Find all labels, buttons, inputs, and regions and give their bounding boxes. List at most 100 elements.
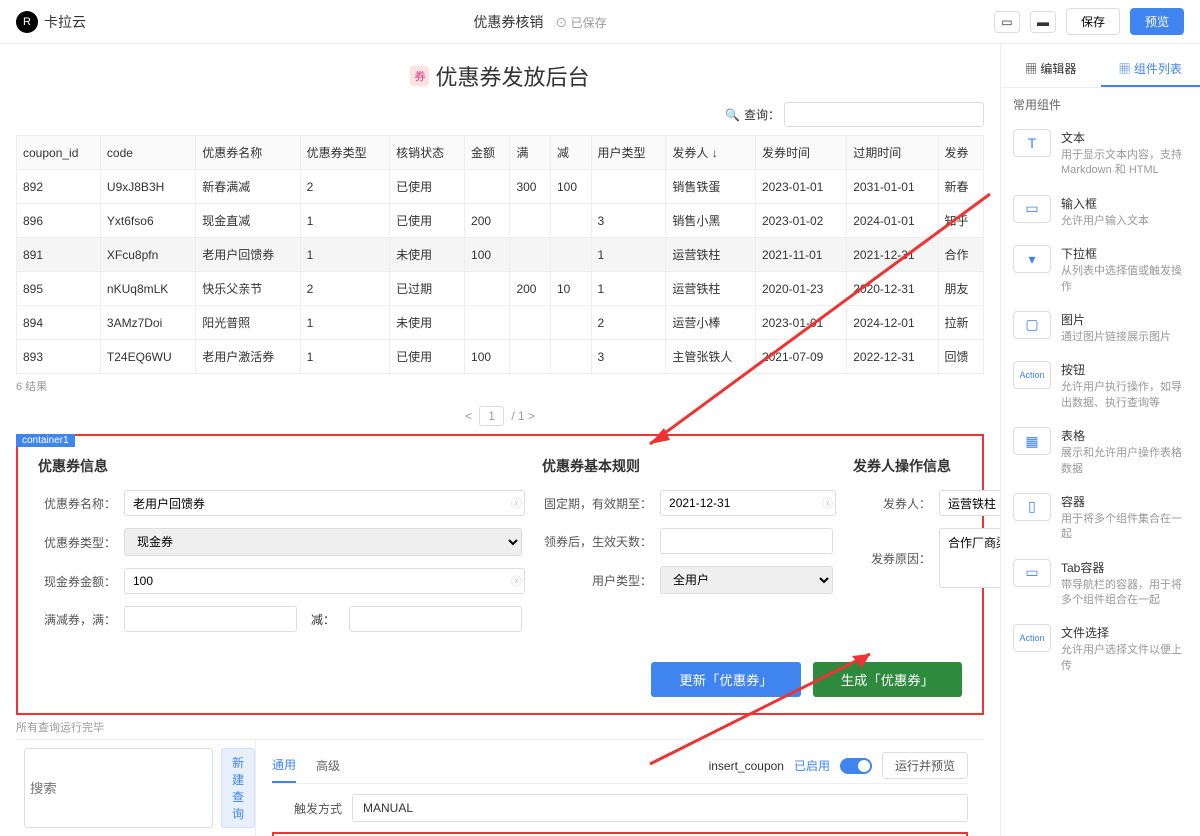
table-header[interactable]: 过期时间: [847, 136, 938, 170]
pagination: < 1 / 1 >: [16, 406, 984, 426]
page-title-text: 优惠券发放后台: [435, 60, 589, 92]
sidebar-tab-editor[interactable]: ▦ 编辑器: [1001, 52, 1101, 87]
coupon-table: coupon_idcode优惠券名称优惠券类型核销状态金额满减用户类型发券人 ↓…: [16, 135, 984, 374]
update-button[interactable]: 更新「优惠券」: [651, 662, 800, 697]
component-item[interactable]: ▯容器用于将多个组件集合在一起: [1001, 485, 1200, 551]
days-input[interactable]: [660, 528, 833, 554]
reason-input[interactable]: [939, 528, 1000, 588]
query-search[interactable]: [24, 748, 213, 828]
preview-button[interactable]: 预览: [1130, 8, 1184, 35]
component-desc: 带导航栏的容器，用于将多个组件组合在一起: [1061, 578, 1188, 609]
page-heading: 券 优惠券发放后台: [16, 60, 984, 92]
col3-title: 发券人操作信息: [853, 456, 1000, 476]
generate-button[interactable]: 生成「优惠券」: [813, 662, 962, 697]
query-detail: 通用 高级 insert_coupon 已启用 运行并预览 触发方式 MANUA…: [256, 740, 984, 836]
component-icon: T: [1013, 129, 1051, 157]
table-header[interactable]: code: [100, 136, 195, 170]
new-query-button[interactable]: 新建查询: [221, 748, 255, 828]
brand: R 卡拉云: [16, 11, 86, 33]
top-actions: ▭ ▬ 保存 预览: [994, 8, 1184, 35]
usertype-label: 用户类型：: [542, 572, 652, 589]
table-header[interactable]: 满: [510, 136, 551, 170]
expire-input[interactable]: [660, 490, 836, 516]
component-item[interactable]: ▢图片通过图片链接展示图片: [1001, 303, 1200, 353]
table-header[interactable]: 优惠券类型: [300, 136, 390, 170]
table-row[interactable]: 896Yxt6fso6现金直减1已使用2003销售小黑2023-01-02202…: [17, 204, 984, 238]
component-item[interactable]: T文本用于显示文本内容，支持 Markdown 和 HTML: [1001, 121, 1200, 187]
table-row[interactable]: 895nKUq8mLK快乐父亲节2已过期200101运营铁柱2020-01-23…: [17, 272, 984, 306]
page-current[interactable]: 1: [479, 406, 504, 426]
tab-advanced[interactable]: 高级: [316, 749, 340, 782]
amount-input[interactable]: [124, 568, 525, 594]
component-desc: 展示和允许用户操作表格数据: [1061, 446, 1188, 477]
full-input[interactable]: [124, 606, 297, 632]
component-item[interactable]: Action 文件选择允许用户选择文件以便上传: [1001, 616, 1200, 682]
expire-label: 固定期，有效期至：: [542, 495, 652, 512]
sidebar-tab-components[interactable]: ▦ 组件列表: [1101, 52, 1200, 87]
brand-text: 卡拉云: [44, 12, 86, 32]
name-input[interactable]: [124, 490, 525, 516]
component-title: 容器: [1061, 493, 1188, 510]
table-row[interactable]: 892U9xJ8B3H新春满减2已使用300100销售铁蛋2023-01-012…: [17, 170, 984, 204]
col2-title: 优惠券基本规则: [542, 456, 833, 476]
table-header[interactable]: 用户类型: [591, 136, 666, 170]
component-title: Tab容器: [1061, 559, 1188, 576]
container-label: container1: [16, 434, 75, 447]
table-header[interactable]: 发券: [938, 136, 983, 170]
save-button[interactable]: 保存: [1066, 8, 1120, 35]
table-header[interactable]: 发券人 ↓: [666, 136, 756, 170]
component-icon: ▦: [1013, 427, 1051, 455]
type-select[interactable]: 现金券: [124, 528, 522, 556]
container1[interactable]: container1 优惠券信息 优惠券名称：ⓧ 优惠券类型：现金券 现金券金额…: [16, 434, 984, 715]
results-count: 6 结果: [16, 374, 984, 398]
operator-input[interactable]: [939, 490, 1000, 516]
table-row[interactable]: 893T24EQ6WU老用户激活券1已使用1003主管张铁人2021-07-09…: [17, 340, 984, 374]
run-button[interactable]: 运行并预览: [882, 752, 968, 779]
component-icon: Action: [1013, 624, 1051, 652]
component-title: 输入框: [1061, 195, 1188, 212]
component-item[interactable]: ▭Tab容器带导航栏的容器，用于将多个组件组合在一起: [1001, 551, 1200, 617]
component-title: 文件选择: [1061, 624, 1188, 641]
trigger-select[interactable]: MANUAL: [352, 794, 968, 822]
table-header[interactable]: 减: [550, 136, 591, 170]
component-title: 文本: [1061, 129, 1188, 146]
table-row[interactable]: 8943AMz7Doi阳光普照1未使用2运营小棒2023-01-012024-1…: [17, 306, 984, 340]
search-label: 查询：: [744, 106, 780, 123]
component-title: 图片: [1061, 311, 1188, 328]
component-item[interactable]: ▾下拉框从列表中选择值或触发操作: [1001, 237, 1200, 303]
clear-icon[interactable]: ⓧ: [511, 573, 522, 589]
minus-input[interactable]: [349, 606, 522, 632]
table-row[interactable]: 891XFcu8pfn老用户回馈券1未使用1001运营铁柱2021-11-012…: [17, 238, 984, 272]
component-item[interactable]: ▭输入框允许用户输入文本: [1001, 187, 1200, 237]
table-header[interactable]: 发券时间: [755, 136, 846, 170]
component-desc: 通过图片链接展示图片: [1061, 330, 1188, 345]
page-total: 1: [518, 409, 525, 423]
table-header[interactable]: 金额: [465, 136, 510, 170]
clear-icon[interactable]: ⓧ: [822, 495, 833, 511]
clear-icon[interactable]: ⓧ: [511, 495, 522, 511]
component-title: 下拉框: [1061, 245, 1188, 262]
enabled-toggle[interactable]: [840, 758, 872, 774]
table-header[interactable]: coupon_id: [17, 136, 101, 170]
component-item[interactable]: ▦表格展示和允许用户操作表格数据: [1001, 419, 1200, 485]
mobile-icon[interactable]: ▬: [1030, 11, 1056, 33]
search-icon: 🔍: [725, 108, 740, 122]
saved-status: ⊙ 已保存: [555, 16, 606, 30]
tab-general[interactable]: 通用: [272, 748, 296, 783]
component-item[interactable]: Action按钮允许用户执行操作，如导出数据、执行查询等: [1001, 353, 1200, 419]
trigger-label: 触发方式: [272, 794, 342, 822]
days-label: 领券后，生效天数：: [542, 533, 652, 550]
usertype-select[interactable]: 全用户: [660, 566, 833, 594]
reason-label: 发券原因：: [853, 550, 931, 567]
page-title-bar: 优惠券核销 ⊙ 已保存: [86, 12, 994, 32]
component-desc: 允许用户选择文件以便上传: [1061, 643, 1188, 674]
sidebar: ▦ 编辑器 ▦ 组件列表 常用组件 T文本用于显示文本内容，支持 Markdow…: [1000, 44, 1200, 836]
amount-label: 现金券金额：: [38, 573, 116, 590]
table-header[interactable]: 优惠券名称: [196, 136, 300, 170]
search-input[interactable]: [784, 102, 984, 127]
desktop-icon[interactable]: ▭: [994, 11, 1020, 33]
query-name: insert_coupon: [709, 759, 784, 773]
operator-label: 发券人：: [853, 495, 931, 512]
table-header[interactable]: 核销状态: [390, 136, 465, 170]
col1-title: 优惠券信息: [38, 456, 522, 476]
